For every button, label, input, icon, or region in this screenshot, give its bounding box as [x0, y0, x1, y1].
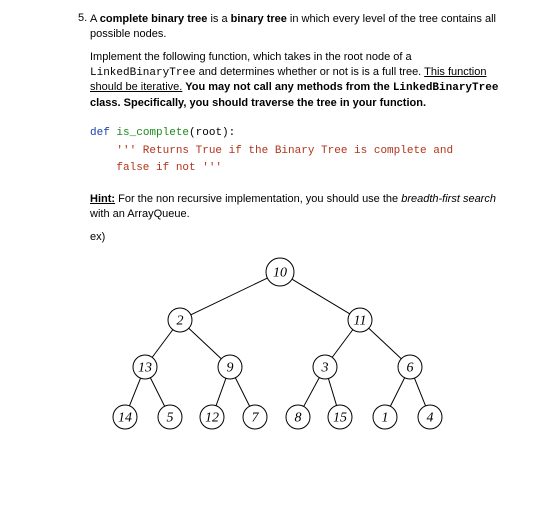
tree-edge: [414, 379, 425, 407]
definition-paragraph: A complete binary tree is a binary tree …: [90, 12, 500, 42]
term-complete-binary-tree: complete binary tree: [100, 13, 208, 25]
tree-node-value: 4: [427, 411, 434, 426]
tree-node-value: 8: [295, 411, 302, 426]
tree-node-value: 7: [252, 411, 260, 426]
tree-node-value: 14: [118, 411, 132, 426]
tree-edge: [292, 280, 350, 315]
docstring-line: false if not ''': [90, 162, 222, 174]
tree-edge: [304, 378, 320, 407]
tree-node-value: 3: [321, 361, 329, 376]
tree-node-value: 11: [354, 314, 367, 329]
tree-edge: [189, 329, 222, 360]
code-block: def is_complete(root): ''' Returns True …: [90, 125, 500, 178]
hint-paragraph: Hint: For the non recursive implementati…: [90, 192, 500, 222]
text: class. Specifically, you should traverse…: [90, 97, 426, 109]
page-content: 5. A complete binary tree is a binary tr…: [0, 0, 540, 462]
text: You may not call any methods from the: [182, 81, 392, 93]
tree-edge: [191, 278, 268, 315]
term-binary-tree: binary tree: [231, 13, 287, 25]
question-number: 5.: [78, 12, 87, 24]
function-name: is_complete: [116, 127, 189, 139]
code-inline: LinkedBinaryTree: [90, 67, 196, 79]
tree-edge: [369, 329, 402, 360]
term-bfs: breadth-first search: [401, 193, 496, 205]
tree-edge: [390, 378, 404, 407]
tree-node-value: 5: [167, 411, 174, 426]
text: Implement the following function, which …: [90, 51, 412, 63]
tree-node-value: 9: [227, 361, 234, 376]
text: A: [90, 13, 100, 25]
tree-edge: [150, 378, 164, 407]
tree-node-value: 2: [177, 314, 184, 329]
tree-edge: [152, 330, 173, 358]
tree-node-value: 15: [333, 411, 347, 426]
tree-node-value: 12: [205, 411, 219, 426]
tree-svg: 102111393614512781514: [100, 252, 460, 442]
code-inline: LinkedBinaryTree: [393, 82, 499, 94]
tree-diagram: 102111393614512781514: [100, 252, 460, 452]
tree-node-value: 13: [138, 361, 152, 376]
docstring-line: ''' Returns True if the Binary Tree is c…: [90, 145, 453, 157]
tree-node-value: 10: [273, 266, 287, 281]
tree-node-value: 6: [407, 361, 414, 376]
tree-edge: [235, 378, 249, 407]
params: (root):: [189, 127, 235, 139]
text: and determines whether or not is is a fu…: [196, 66, 424, 78]
tree-node-value: 1: [382, 411, 389, 426]
tree-edge: [216, 379, 226, 406]
tree-edge: [129, 379, 140, 407]
text: with an ArrayQueue.: [90, 208, 190, 220]
hint-label: Hint:: [90, 193, 115, 205]
example-label: ex): [90, 230, 500, 245]
tree-edge: [328, 379, 336, 406]
text: is a: [207, 13, 230, 25]
tree-edge: [332, 330, 353, 358]
instruction-paragraph: Implement the following function, which …: [90, 50, 500, 111]
text: For the non recursive implementation, yo…: [115, 193, 401, 205]
keyword-def: def: [90, 127, 110, 139]
